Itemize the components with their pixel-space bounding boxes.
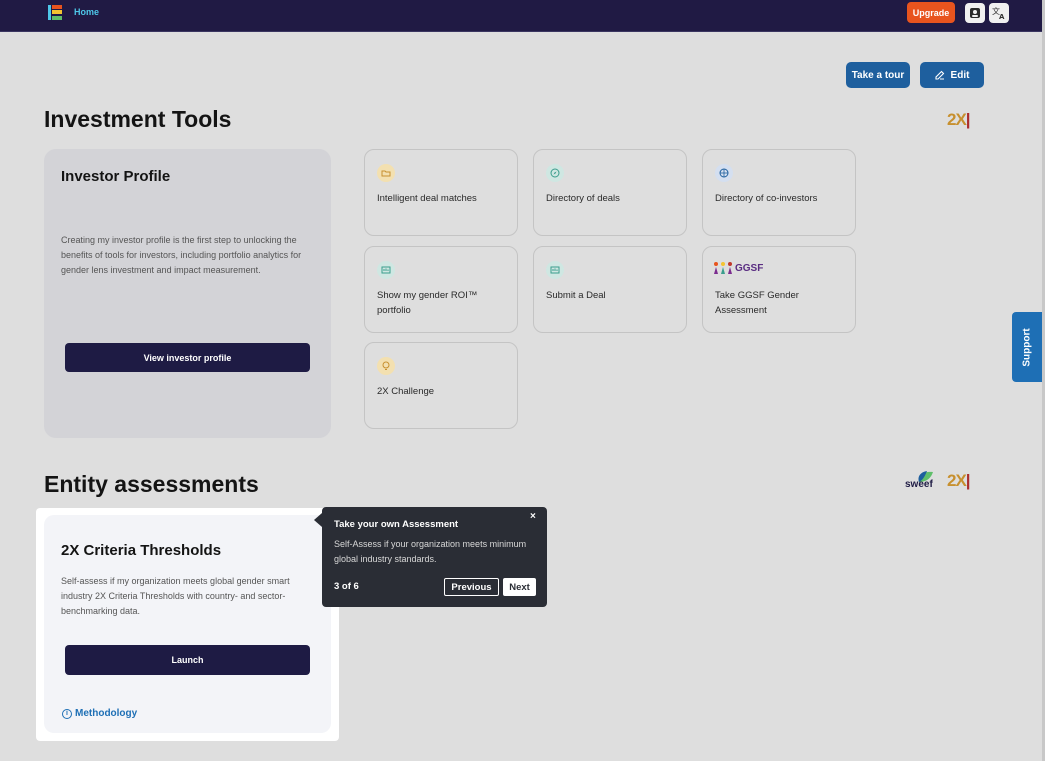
- language-button[interactable]: 文 A: [989, 3, 1009, 23]
- previous-button[interactable]: Previous: [444, 578, 499, 596]
- 2x-criteria-description: Self-assess if my organization meets glo…: [61, 576, 290, 616]
- top-navbar: Home Upgrade 文 A: [0, 0, 1042, 32]
- sweef-logo-text: sweef: [905, 479, 933, 490]
- user-icon: [970, 8, 980, 18]
- tooltip-progress: 3 of 6: [334, 581, 359, 592]
- 2x-criteria-title: 2X Criteria Thresholds: [61, 542, 222, 559]
- edit-button[interactable]: Edit: [920, 62, 984, 88]
- support-label: Support: [1021, 327, 1033, 367]
- launch-button[interactable]: Launch: [65, 645, 310, 675]
- pencil-icon: [934, 70, 944, 80]
- tool-label: Directory of deals: [546, 193, 620, 204]
- investment-tools-heading: Investment Tools: [44, 106, 232, 132]
- globe-icon: [715, 164, 733, 182]
- ggsf-logo-text: GGSF: [735, 262, 764, 274]
- tool-label: Take GGSF Gender Assessment: [715, 290, 799, 316]
- tour-tooltip: Take your own Assessment × Self-Assess i…: [322, 507, 547, 607]
- info-icon: i: [62, 708, 72, 719]
- take-tour-button[interactable]: Take a tour: [846, 62, 910, 88]
- 2x-logo-text: 2X: [947, 110, 967, 129]
- tool-label: Directory of co-investors: [715, 193, 818, 204]
- investor-profile-description: Creating my investor profile is the firs…: [61, 235, 302, 275]
- app-logo[interactable]: [48, 5, 62, 20]
- upgrade-button[interactable]: Upgrade: [907, 2, 955, 23]
- nav-home-link[interactable]: Home: [74, 7, 99, 17]
- tool-ggsf-gender-assessment[interactable]: GGSF Take GGSF Gender Assessment: [702, 246, 856, 333]
- tool-label: Intelligent deal matches: [377, 193, 477, 204]
- tool-2x-challenge[interactable]: 2X Challenge: [364, 342, 518, 429]
- tool-label: Show my gender ROI™ portfolio: [377, 290, 478, 316]
- translate-icon: 文 A: [992, 6, 1005, 20]
- view-investor-profile-button[interactable]: View investor profile: [65, 343, 310, 372]
- chart-icon: [377, 261, 395, 279]
- folder-icon: [377, 164, 395, 182]
- 2x-logo-text: 2X: [947, 471, 967, 490]
- tooltip-arrow: [314, 513, 322, 527]
- tool-label: 2X Challenge: [377, 386, 435, 397]
- investor-profile-card: Investor Profile Creating my investor pr…: [44, 149, 331, 438]
- tool-intelligent-deal-matches[interactable]: Intelligent deal matches: [364, 149, 518, 236]
- tool-submit-a-deal[interactable]: Submit a Deal: [533, 246, 687, 333]
- 2x-logo: 2X|: [947, 110, 971, 129]
- tool-label: Submit a Deal: [546, 290, 606, 301]
- tour-highlight: 2X Criteria Thresholds Self-assess if my…: [36, 508, 339, 741]
- user-button[interactable]: [965, 3, 985, 23]
- compass-icon: [546, 164, 564, 182]
- sweef-logo: sweef: [905, 470, 935, 492]
- edit-label: Edit: [950, 69, 970, 81]
- chart-icon: [546, 261, 564, 279]
- svg-text:A: A: [999, 13, 1005, 20]
- 2x-criteria-card: 2X Criteria Thresholds Self-assess if my…: [44, 515, 331, 733]
- methodology-link[interactable]: i Methodology: [62, 708, 137, 719]
- next-button[interactable]: Next: [503, 578, 536, 596]
- close-icon[interactable]: ×: [530, 511, 536, 522]
- tool-directory-of-deals[interactable]: Directory of deals: [533, 149, 687, 236]
- tool-gender-roi-portfolio[interactable]: Show my gender ROI™ portfolio: [364, 246, 518, 333]
- tool-directory-of-co-investors[interactable]: Directory of co-investors: [702, 149, 856, 236]
- entity-assessments-heading: Entity assessments: [44, 471, 259, 497]
- tooltip-title: Take your own Assessment: [334, 519, 459, 530]
- investor-profile-title: Investor Profile: [61, 168, 171, 185]
- support-tab[interactable]: Support: [1012, 312, 1042, 382]
- lightbulb-icon: [377, 357, 395, 375]
- methodology-label: Methodology: [75, 708, 138, 719]
- 2x-logo: 2X|: [947, 471, 971, 490]
- ggsf-people-icon: [714, 262, 732, 274]
- tooltip-body: Self-Assess if your organization meets m…: [334, 539, 527, 564]
- ggsf-logo: GGSF: [713, 261, 763, 275]
